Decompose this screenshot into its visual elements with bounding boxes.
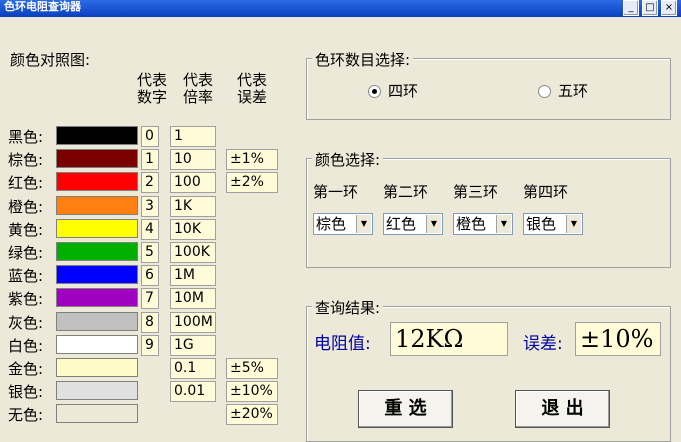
color-swatch	[56, 218, 138, 238]
color-name-label: 黄色:	[8, 220, 44, 239]
digit-value: 4	[141, 218, 159, 240]
digit-value: 3	[141, 195, 159, 217]
color-name-label: 银色:	[8, 383, 44, 402]
band4-select[interactable]: 银色 ▼	[523, 213, 583, 235]
close-button[interactable]: ×	[661, 0, 677, 16]
dropdown-arrow-icon[interactable]: ▼	[426, 215, 441, 233]
tolerance-value: ±10%	[226, 381, 278, 403]
color-name-label: 白色:	[8, 336, 44, 355]
reset-button[interactable]: 重 选	[358, 390, 453, 428]
color-swatch	[56, 404, 138, 424]
header-tolerance: 代表 误差	[236, 71, 267, 106]
four-band-label: 四环	[388, 82, 419, 100]
multiplier-value: 100K	[170, 242, 216, 263]
color-swatch	[56, 149, 138, 169]
digit-value: 5	[141, 242, 159, 263]
digit-value: 1	[141, 149, 159, 171]
color-name-label: 紫色:	[8, 290, 44, 309]
color-name-label: 棕色:	[8, 151, 44, 170]
main-window: 颜色对照图: 代表 数字 代表 倍率 代表 误差 黑色: 0 1 棕色: 1 10 ±1% 红…	[0, 17, 681, 442]
resistance-label: 电阻值:	[314, 334, 371, 354]
header-multiplier: 代表 倍率	[182, 71, 213, 106]
window-title: 色环电阻查询器	[4, 0, 81, 13]
band1-select[interactable]: 棕色 ▼	[313, 213, 373, 235]
multiplier-value: 10	[170, 149, 216, 171]
dropdown-arrow-icon[interactable]: ▼	[566, 215, 581, 233]
band2-select[interactable]: 红色 ▼	[383, 213, 443, 235]
color-name-label: 黑色:	[8, 128, 44, 146]
band3-label: 第三环	[453, 183, 499, 201]
digit-value: 8	[141, 311, 159, 333]
multiplier-value: 1G	[170, 334, 216, 356]
band1-label: 第一环	[313, 183, 359, 201]
five-band-label: 五环	[558, 82, 589, 100]
color-name-label: 金色:	[8, 360, 44, 378]
tolerance-value: ±10%	[575, 322, 661, 356]
digit-value: 6	[141, 265, 159, 287]
tolerance-value: ±20%	[226, 404, 278, 426]
band4-label: 第四环	[523, 183, 569, 201]
color-swatch	[56, 126, 138, 145]
exit-button[interactable]: 退 出	[515, 390, 610, 428]
color-swatch	[56, 381, 138, 401]
color-swatch	[56, 358, 138, 377]
radio-five-band[interactable]	[538, 85, 551, 98]
multiplier-value: 1M	[170, 265, 216, 287]
dropdown-arrow-icon[interactable]: ▼	[496, 215, 511, 233]
tolerance-value: ±2%	[226, 172, 278, 194]
color-name-label: 蓝色:	[8, 267, 44, 286]
color-swatch	[56, 242, 138, 261]
multiplier-value: 1K	[170, 195, 216, 217]
resistance-value: 12KΩ	[390, 322, 508, 356]
band3-select[interactable]: 橙色 ▼	[453, 213, 513, 235]
multiplier-value: 10K	[170, 218, 216, 240]
color-name-label: 灰色:	[8, 313, 44, 332]
maximize-button[interactable]: □	[642, 0, 658, 16]
multiplier-value: 100M	[170, 311, 216, 333]
color-name-label: 无色:	[8, 406, 44, 425]
digit-value: 0	[141, 126, 159, 147]
dropdown-arrow-icon[interactable]: ▼	[356, 215, 371, 233]
multiplier-value: 0.1	[170, 358, 216, 379]
color-name-label: 橙色:	[8, 197, 44, 216]
band-count-title: 色环数目选择:	[312, 49, 414, 70]
multiplier-value: 100	[170, 172, 216, 194]
color-name-label: 绿色:	[8, 244, 44, 262]
color-swatch	[56, 195, 138, 215]
tolerance-label: 误差:	[523, 334, 563, 354]
color-swatch	[56, 288, 138, 308]
color-name-label: 红色:	[8, 174, 44, 193]
color-swatch	[56, 334, 138, 354]
minimize-button[interactable]: _	[623, 0, 639, 16]
multiplier-value: 10M	[170, 288, 216, 310]
radio-four-band[interactable]	[368, 85, 381, 98]
color-select-title: 颜色选择:	[312, 149, 384, 170]
multiplier-value: 0.01	[170, 381, 216, 403]
title-bar: 色环电阻查询器 _ □ ×	[0, 0, 681, 17]
tolerance-value: ±5%	[226, 358, 278, 379]
color-swatch	[56, 172, 138, 192]
color-swatch	[56, 265, 138, 285]
header-digit: 代表 数字	[136, 71, 167, 106]
digit-value: 2	[141, 172, 159, 194]
result-title: 查询结果:	[312, 297, 384, 318]
chart-title: 颜色对照图:	[10, 51, 91, 69]
digit-value: 9	[141, 334, 159, 356]
tolerance-value: ±1%	[226, 149, 278, 171]
multiplier-value: 1	[170, 126, 216, 147]
digit-value: 7	[141, 288, 159, 310]
band2-label: 第二环	[383, 183, 429, 201]
color-swatch	[56, 311, 138, 331]
